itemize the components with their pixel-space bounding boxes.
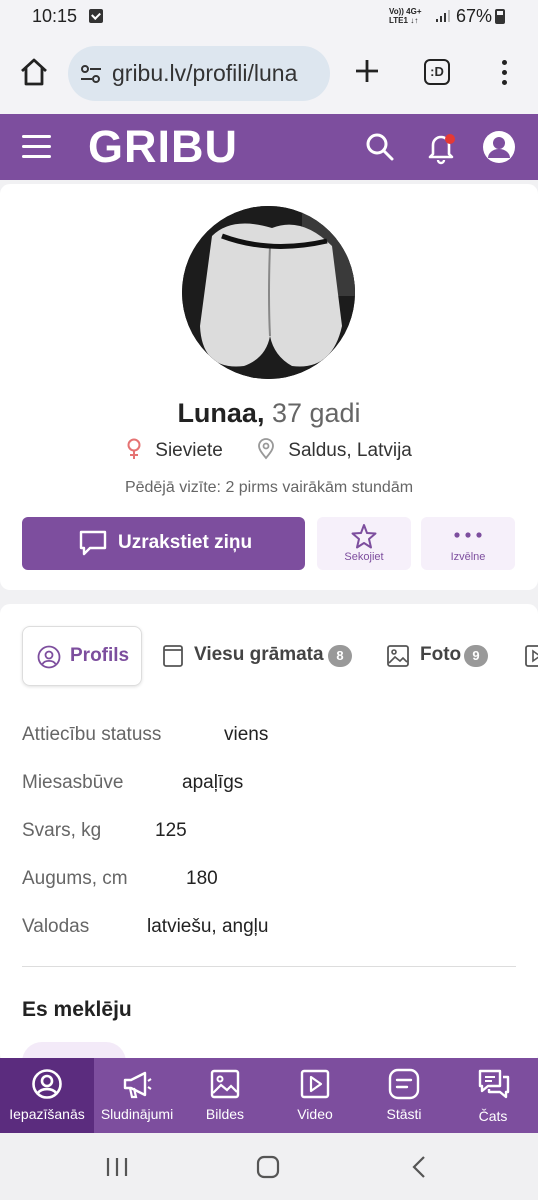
address-bar[interactable]: gribu.lv/profili/luna [68,46,330,101]
nav-video-label: Video [297,1106,333,1122]
user-circle-icon [32,1069,62,1099]
search-icon[interactable] [362,129,398,165]
nav-chat[interactable]: Čats [448,1058,538,1133]
user-circle-icon [37,645,61,669]
nav-stories-label: Stāsti [386,1106,422,1122]
profile-name-age: Lunaa, 37 gadi [0,398,538,429]
detail-key: Svars, kg [22,820,102,841]
detail-row: Svars, kg 125 [22,820,187,842]
url-text[interactable]: gribu.lv/profili/luna [112,60,324,87]
dots-icon [454,532,482,538]
detail-row: Valodas latviešu, angļu [22,916,268,938]
battery-percent: 67% [456,6,493,26]
location-info: Saldus, Latvija [257,438,412,462]
tab-profile-label: Profils [70,645,130,666]
tab-profile[interactable]: Profils [22,626,142,686]
detail-key: Augums, cm [22,868,128,889]
detail-key: Attiecību statuss [22,724,162,745]
notification-dot [445,134,455,144]
notification-check-icon [89,9,103,23]
profile-details-card: Profils Viesu grāmata 8 Foto 9 Attiecību… [0,604,538,1082]
nav-video[interactable]: Video [270,1058,360,1133]
nav-ads[interactable]: Sludinājumi [94,1058,180,1133]
detail-value: latviešu, angļu [147,916,269,937]
detail-value: 125 [155,820,187,841]
video-icon [525,645,538,667]
chat-icon [478,1069,510,1099]
site-logo[interactable]: GRIBU [88,121,238,173]
tab-photos[interactable]: Foto 9 [386,626,496,686]
profile-card: Lunaa, 37 gadi Sieviete Saldus, Latvija … [0,184,538,590]
bottom-navigation: Iepazīšanās Sludinājumi Bildes Video Stā… [0,1058,538,1133]
nav-pictures[interactable]: Bildes [180,1058,270,1133]
detail-key: Valodas [22,916,90,937]
profile-age: 37 gadi [271,398,361,428]
tab-guestbook[interactable]: Viesu grāmata 8 [162,626,356,686]
more-options-icon[interactable] [498,58,510,88]
location-label: Saldus, Latvija [288,440,412,461]
nav-dating-label: Iepazīšanās [9,1106,85,1122]
stories-icon [388,1068,420,1100]
menu-icon[interactable] [22,135,51,159]
photos-count-badge: 9 [464,645,488,667]
detail-row: Attiecību statuss viens [22,724,268,746]
options-menu-button[interactable]: Izvēlne [421,517,515,570]
nav-stories[interactable]: Stāsti [360,1058,448,1133]
write-message-label: Uzrakstiet ziņu [118,532,253,553]
nav-pictures-label: Bildes [205,1106,245,1122]
section-divider [22,966,516,967]
detail-value: apaļīgs [182,772,244,793]
image-icon [387,645,409,667]
profile-avatar[interactable] [182,206,355,379]
battery-icon [495,9,505,24]
site-header: GRIBU [0,114,538,180]
detail-value: viens [224,724,269,745]
detail-row: Augums, cm 180 [22,868,218,890]
back-icon[interactable] [408,1155,432,1179]
detail-value: 180 [186,868,218,889]
detail-row: Miesasbūve apaļīgs [22,772,243,794]
play-icon [300,1069,330,1099]
female-icon [127,438,141,459]
location-pin-icon [258,438,274,460]
account-icon[interactable] [481,129,517,165]
guestbook-count-badge: 8 [328,645,352,667]
browser-toolbar: gribu.lv/profili/luna :D [0,34,538,114]
nav-dating[interactable]: Iepazīšanās [0,1058,94,1133]
home-nav-icon[interactable] [256,1155,280,1179]
book-icon [163,645,183,667]
tab-video-partial[interactable] [522,626,538,686]
image-icon [210,1069,240,1099]
seeking-section-title: Es meklēju [22,998,132,1021]
detail-key: Miesasbūve [22,772,124,793]
profile-name: Lunaa, [177,398,265,428]
status-bar: 10:15 Vo)) 4G+ LTE1 ↓↑ 67% [0,0,538,34]
write-message-button[interactable]: Uzrakstiet ziņu [22,517,305,570]
recent-apps-icon[interactable] [105,1155,129,1179]
gender-label: Sieviete [155,440,223,461]
home-icon[interactable] [18,56,50,88]
system-navigation-bar [0,1133,538,1200]
tab-guestbook-label: Viesu grāmata [194,644,324,665]
tab-switcher-button[interactable]: :D [424,59,450,85]
follow-label: Sekojiet [344,551,384,563]
bell-icon[interactable] [423,129,459,165]
clock: 10:15 [32,6,78,26]
gender-info: Sieviete [126,438,223,462]
message-icon [79,530,107,556]
tab-photos-label: Foto [420,644,462,665]
nav-chat-label: Čats [478,1108,508,1124]
site-settings-icon[interactable] [80,64,102,84]
megaphone-icon [123,1071,152,1099]
star-icon [351,524,377,549]
nav-ads-label: Sludinājumi [100,1106,174,1122]
signal-icon [436,10,450,22]
network-indicator: Vo)) 4G+ LTE1 ↓↑ [389,7,422,25]
options-menu-label: Izvēlne [450,551,486,563]
new-tab-icon[interactable] [352,56,382,86]
last-visit: Pēdējā vizīte: 2 pirms vairākām stundām [124,479,414,496]
follow-button[interactable]: Sekojiet [317,517,411,570]
